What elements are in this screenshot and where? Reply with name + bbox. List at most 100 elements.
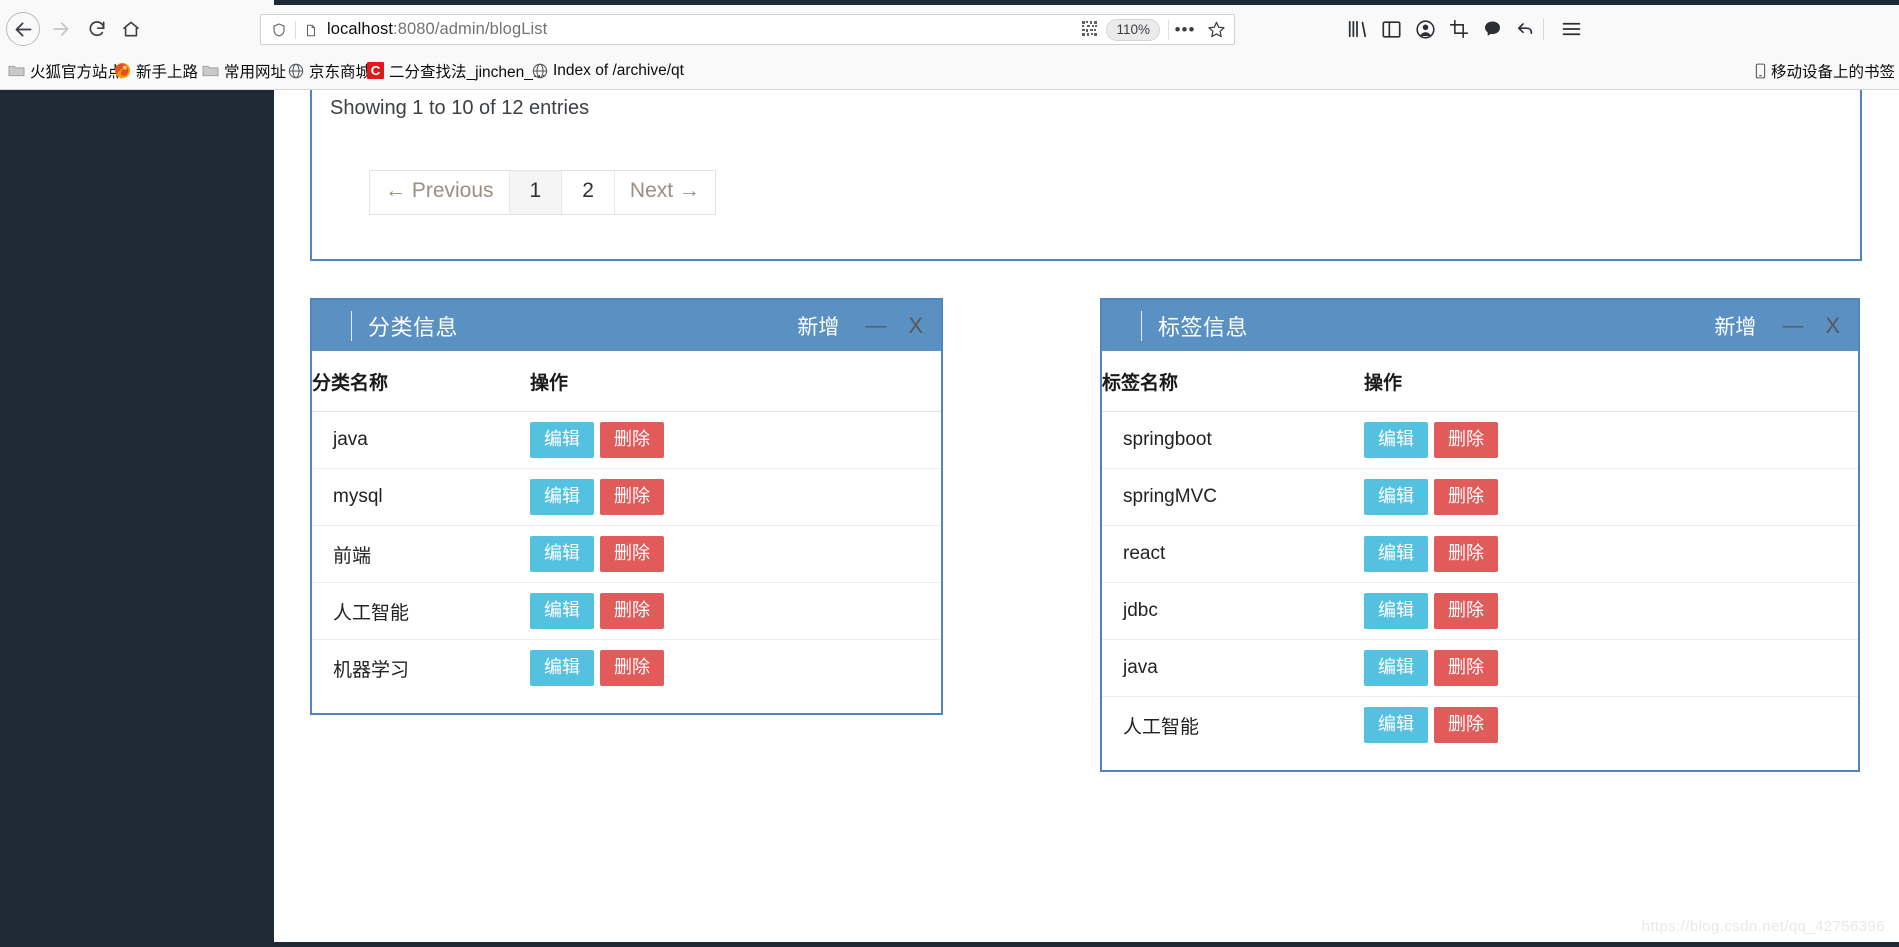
category-card-header: 分类信息 新增 — X: [312, 300, 941, 351]
delete-button[interactable]: 删除: [600, 479, 664, 515]
bookmark-label: 新手上路: [136, 63, 199, 81]
folder-icon: [8, 63, 25, 78]
entries-info: Showing 1 to 10 of 12 entries: [330, 97, 590, 119]
tag-minimize-button[interactable]: —: [1782, 315, 1803, 336]
category-card-title: 分类信息: [368, 314, 459, 340]
zoom-level-badge[interactable]: 110%: [1106, 18, 1160, 41]
pagination: ← Previous 1 2 Next →: [369, 170, 716, 215]
globe-icon: [532, 63, 548, 79]
library-icon[interactable]: [1342, 16, 1372, 42]
bookmark-item-getting-started[interactable]: 新手上路: [114, 59, 198, 82]
edit-button[interactable]: 编辑: [1364, 650, 1428, 686]
column-header-operation: 操作: [1364, 351, 1858, 412]
category-card-actions: 新增 — X: [797, 311, 941, 341]
delete-button[interactable]: 删除: [600, 593, 664, 629]
edit-button[interactable]: 编辑: [530, 479, 594, 515]
bookmark-label: 火狐官方站点: [30, 63, 124, 81]
edit-button[interactable]: 编辑: [1364, 536, 1428, 572]
row-actions: 编辑 删除: [530, 468, 941, 526]
table-header-row: 标签名称 操作: [1102, 351, 1858, 412]
bookmark-item-jd[interactable]: 京东商城: [288, 59, 371, 82]
delete-button[interactable]: 删除: [1434, 707, 1498, 744]
delete-button[interactable]: 删除: [600, 650, 664, 687]
delete-button[interactable]: 删除: [600, 536, 664, 572]
table-row: mysql 编辑 删除: [312, 468, 941, 526]
delete-button[interactable]: 删除: [1434, 650, 1498, 686]
qr-code-icon[interactable]: [1082, 20, 1100, 39]
back-button[interactable]: [6, 12, 40, 46]
delete-button[interactable]: 删除: [1434, 593, 1498, 629]
category-minimize-button[interactable]: —: [865, 315, 886, 336]
category-table: 分类名称 操作 java 编辑 删除 mysql 编辑 删除 前端 编辑 删除 …: [312, 351, 941, 697]
footer-bar: [0, 942, 1899, 947]
pocket-icon[interactable]: [1477, 16, 1507, 42]
url-text: localhost:8080/admin/blogList: [327, 20, 547, 39]
pagination-page-1[interactable]: 1: [509, 171, 563, 214]
bookmark-label: 京东商城: [309, 63, 372, 81]
account-icon[interactable]: [1410, 16, 1440, 42]
bookmark-label: 移动设备上的书签: [1770, 63, 1895, 81]
edit-button[interactable]: 编辑: [530, 422, 594, 458]
delete-button[interactable]: 删除: [1434, 536, 1498, 572]
bookmark-item-csdn-article[interactable]: C 二分查找法_jinchen_...: [367, 59, 546, 82]
edit-button[interactable]: 编辑: [530, 536, 594, 572]
address-bar[interactable]: localhost:8080/admin/blogList 110% •••: [260, 14, 1235, 45]
category-add-button[interactable]: 新增: [797, 311, 839, 341]
undo-icon[interactable]: [1510, 16, 1540, 42]
delete-button[interactable]: 删除: [600, 422, 664, 458]
bookmark-item-firefox-site[interactable]: 火狐官方站点: [8, 59, 123, 82]
category-name: 机器学习: [333, 659, 410, 681]
pagination-next[interactable]: Next →: [614, 171, 715, 214]
edit-button[interactable]: 编辑: [1364, 479, 1428, 515]
tag-table: 标签名称 操作 springboot 编辑 删除 springMVC 编辑 删除…: [1102, 351, 1858, 754]
row-actions: 编辑 删除: [530, 411, 941, 469]
tag-name: jdbc: [1102, 582, 1364, 640]
bookmark-item-mobile-bookmarks[interactable]: 移动设备上的书签: [1755, 59, 1895, 82]
pagination-previous[interactable]: ← Previous: [370, 171, 510, 214]
category-close-button[interactable]: X: [908, 314, 923, 337]
bookmark-item-common-sites[interactable]: 常用网址: [202, 59, 286, 82]
screenshot-icon[interactable]: [1444, 16, 1474, 42]
star-icon[interactable]: [1201, 16, 1231, 44]
menu-icon[interactable]: [1556, 16, 1586, 42]
sidebar-icon[interactable]: [1376, 16, 1406, 42]
forward-button[interactable]: [44, 12, 78, 46]
column-header-operation: 操作: [530, 351, 941, 412]
column-header-name: 分类名称: [312, 351, 530, 412]
table-row: 机器学习 编辑 删除: [312, 640, 941, 697]
shield-icon: [271, 21, 287, 39]
pagination-page-2[interactable]: 2: [562, 171, 615, 214]
tag-name: 人工智能: [1123, 716, 1200, 738]
tag-card-title: 标签信息: [1158, 314, 1249, 340]
table-row: springboot 编辑 删除: [1102, 411, 1858, 469]
page-actions-button[interactable]: •••: [1169, 16, 1201, 44]
table-row: 人工智能 编辑 删除: [312, 582, 941, 640]
row-actions: 编辑 删除: [1364, 582, 1858, 640]
edit-button[interactable]: 编辑: [530, 593, 594, 629]
table-row: jdbc 编辑 删除: [1102, 582, 1858, 640]
table-row: react 编辑 删除: [1102, 525, 1858, 583]
row-actions: 编辑 删除: [530, 582, 941, 640]
row-actions: 编辑 删除: [1364, 525, 1858, 583]
category-card: 分类信息 新增 — X 分类名称 操作 java 编辑 删除 mysql 编辑 …: [310, 298, 943, 715]
row-actions: 编辑 删除: [1364, 411, 1858, 469]
delete-button[interactable]: 删除: [1434, 422, 1498, 458]
tag-add-button[interactable]: 新增: [1714, 311, 1756, 341]
bookmark-item-archive-qt[interactable]: Index of /archive/qt: [532, 59, 684, 82]
edit-button[interactable]: 编辑: [1364, 422, 1428, 458]
edit-button[interactable]: 编辑: [1364, 707, 1428, 744]
firefox-icon: [114, 62, 131, 79]
edit-button[interactable]: 编辑: [530, 650, 594, 687]
row-actions: 编辑 删除: [1364, 639, 1858, 697]
header-divider: [1141, 310, 1142, 341]
delete-button[interactable]: 删除: [1434, 479, 1498, 515]
tag-close-button[interactable]: X: [1825, 314, 1840, 337]
bookmark-label: Index of /archive/qt: [553, 61, 684, 79]
table-row: java 编辑 删除: [312, 411, 941, 469]
home-button[interactable]: [114, 12, 148, 46]
reload-button[interactable]: [80, 12, 114, 46]
toolbar-divider: [1543, 18, 1544, 40]
browser-chrome: localhost:8080/admin/blogList 110% ••• 火…: [0, 0, 1899, 90]
table-row: java 编辑 删除: [1102, 639, 1858, 697]
edit-button[interactable]: 编辑: [1364, 593, 1428, 629]
